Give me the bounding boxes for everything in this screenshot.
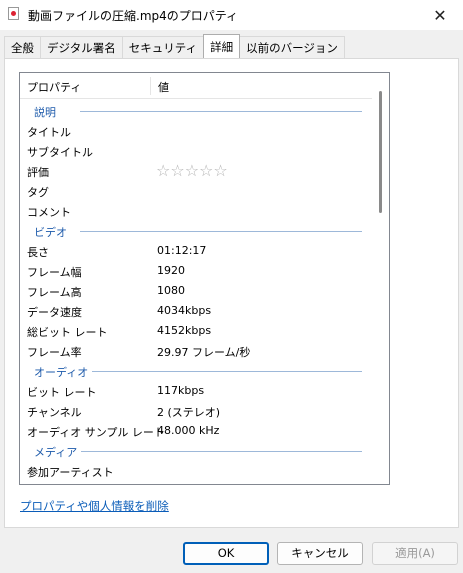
property-key: オーディオ サンプル レート [27, 426, 165, 439]
property-row-frame-height[interactable]: フレーム高 1080 [20, 281, 372, 301]
property-key: コメント [27, 206, 71, 219]
property-key: 評価 [27, 166, 49, 179]
property-row-rating[interactable]: 評価 ☆☆☆☆☆ [20, 161, 372, 181]
remove-properties-link[interactable]: プロパティや個人情報を削除 [20, 498, 169, 514]
group-label: 説明 [34, 104, 60, 120]
group-divider [80, 111, 362, 112]
property-list[interactable]: プロパティ 値 説明 タイトル サブタイトル 評価 ☆☆☆☆☆ タグ コメント [19, 72, 390, 485]
rating-stars[interactable]: ☆☆☆☆☆ [156, 161, 228, 180]
group-divider [80, 231, 362, 232]
group-label: オーディオ [34, 364, 93, 380]
property-row-comments[interactable]: コメント [20, 201, 372, 221]
property-row-channels[interactable]: チャンネル 2 (ステレオ) [20, 401, 372, 421]
property-key: フレーム率 [27, 346, 82, 359]
group-header-audio: オーディオ [20, 361, 372, 381]
property-key: サブタイトル [27, 146, 93, 159]
property-row-subtitle[interactable]: サブタイトル [20, 141, 372, 161]
column-header-value[interactable]: 値 [158, 79, 169, 95]
property-value: 4152kbps [157, 324, 212, 337]
tab-strip: 全般 デジタル署名 セキュリティ 詳細 以前のバージョン [4, 34, 345, 59]
close-button[interactable]: ✕ [417, 0, 463, 30]
property-key: タグ [27, 186, 49, 199]
property-row-tags[interactable]: タグ [20, 181, 372, 201]
apply-button[interactable]: 適用(A) [372, 542, 458, 565]
property-value: 29.97 フレーム/秒 [157, 346, 251, 359]
group-header-video: ビデオ [20, 221, 372, 241]
property-value: 117kbps [157, 384, 205, 397]
property-key: 長さ [27, 246, 49, 259]
property-value: 48.000 kHz [157, 424, 220, 437]
ok-button[interactable]: OK [183, 542, 269, 565]
property-key: フレーム高 [27, 286, 82, 299]
tab-security[interactable]: セキュリティ [121, 36, 205, 58]
list-header: プロパティ 値 [20, 73, 372, 99]
property-key: チャンネル [27, 406, 82, 419]
tab-previous-versions[interactable]: 以前のバージョン [239, 36, 345, 58]
group-header-description: 説明 [20, 101, 372, 121]
property-value: 4034kbps [157, 304, 212, 317]
property-row-frame-width[interactable]: フレーム幅 1920 [20, 261, 372, 281]
property-rows: 説明 タイトル サブタイトル 評価 ☆☆☆☆☆ タグ コメント ビデオ 長さ 0 [20, 101, 372, 481]
video-file-icon [8, 7, 19, 20]
property-row-length[interactable]: 長さ 01:12:17 [20, 241, 372, 261]
group-divider [80, 451, 362, 452]
group-divider [80, 371, 362, 372]
tab-digital-signatures[interactable]: デジタル署名 [40, 36, 123, 58]
property-row-title[interactable]: タイトル [20, 121, 372, 141]
property-row-contributing-artists[interactable]: 参加アーティスト [20, 461, 372, 481]
property-row-frame-rate[interactable]: フレーム率 29.97 フレーム/秒 [20, 341, 372, 361]
property-row-audio-bitrate[interactable]: ビット レート 117kbps [20, 381, 372, 401]
vertical-scrollbar[interactable] [372, 73, 389, 484]
property-key: タイトル [27, 126, 71, 139]
scrollbar-thumb[interactable] [379, 91, 382, 213]
property-row-total-bitrate[interactable]: 総ビット レート 4152kbps [20, 321, 372, 341]
property-value: 01:12:17 [157, 244, 207, 257]
property-key: 参加アーティスト [27, 466, 114, 479]
property-value: 1080 [157, 284, 185, 297]
tab-general[interactable]: 全般 [4, 36, 41, 58]
property-row-data-rate[interactable]: データ速度 4034kbps [20, 301, 372, 321]
column-header-property[interactable]: プロパティ [27, 79, 81, 95]
group-label: メディア [34, 444, 82, 460]
tab-details[interactable]: 詳細 [203, 34, 241, 58]
title-bar: 動画ファイルの圧縮.mp4のプロパティ ✕ [0, 0, 463, 30]
property-key: ビット レート [27, 386, 97, 399]
group-header-media: メディア [20, 441, 372, 461]
property-key: 総ビット レート [27, 326, 108, 339]
property-key: フレーム幅 [27, 266, 82, 279]
property-value: 1920 [157, 264, 185, 277]
group-label: ビデオ [34, 224, 71, 240]
cancel-button[interactable]: キャンセル [277, 542, 363, 565]
close-icon: ✕ [433, 5, 447, 25]
property-value: 2 (ステレオ) [157, 406, 221, 419]
window-title: 動画ファイルの圧縮.mp4のプロパティ [28, 9, 239, 23]
property-row-sample-rate[interactable]: オーディオ サンプル レート 48.000 kHz [20, 421, 372, 441]
property-key: データ速度 [27, 306, 82, 319]
column-divider[interactable] [150, 77, 151, 95]
